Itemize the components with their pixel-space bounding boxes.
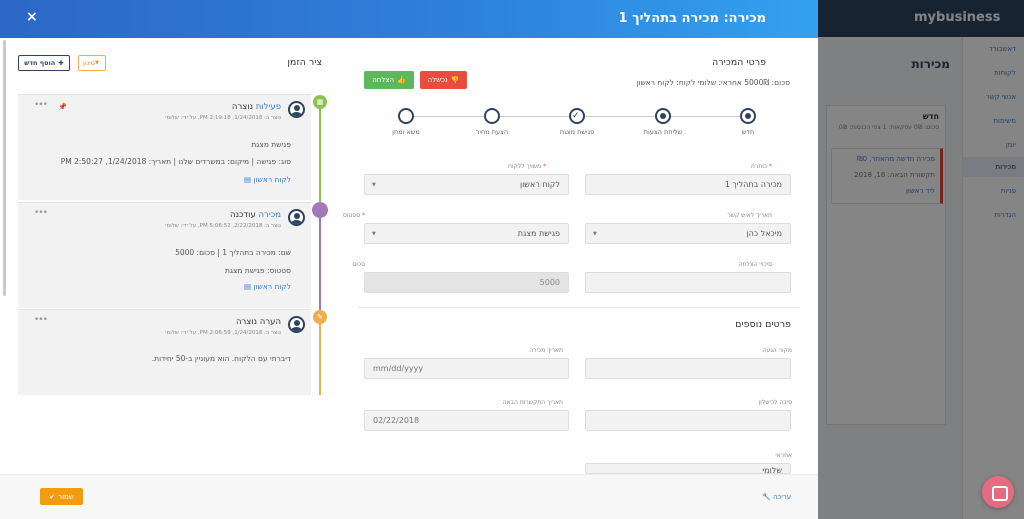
chevron-down-icon: ▼ <box>372 231 376 237</box>
timeline-item-meta: נוצר ב: 1/24/2018, 2:06:59 PM, על ידי: ש… <box>165 330 281 336</box>
contact-select[interactable]: מיכאל כהן ▼ <box>585 223 791 244</box>
avatar <box>288 101 305 118</box>
close-icon[interactable]: × <box>26 9 38 25</box>
timeline-connector <box>319 104 321 208</box>
building-icon: ▤ <box>243 282 252 291</box>
deal-summary: סכום: 5000₪ אחראי: שלומי לקוח: לקוח ראשו… <box>636 78 790 87</box>
status-select[interactable]: פגישת מצגת ▼ <box>364 223 569 244</box>
more-icon[interactable]: ••• <box>34 315 48 325</box>
timeline-title: ציר הזמן <box>287 57 322 68</box>
timeline-item-heading: הערה נוצרה <box>235 317 281 327</box>
timeline-item: מכירה עודכנה נוצר ב: 2/22/2018, 5:06:52 … <box>18 202 311 308</box>
next-contact-label: תאריך התקשרות הבאה <box>502 399 563 406</box>
wrench-icon: 🔧 <box>762 493 771 501</box>
avatar <box>288 316 305 333</box>
timeline-item-meta: נוצר ב: 1/24/2018, 2:19:18 PM, על ידי: ש… <box>165 115 281 121</box>
stage-label: חדש <box>741 128 755 136</box>
probability-input[interactable] <box>585 272 791 293</box>
owner-label: אחראי <box>775 452 792 459</box>
timeline-item-heading: מכירה עודכנה <box>230 210 281 220</box>
deal-dot-icon <box>312 202 328 218</box>
modal-backdrop[interactable] <box>818 0 1024 519</box>
modal-title: מכירה: מכירה בתהליך 1 <box>618 11 766 26</box>
timeline-connector <box>319 317 321 395</box>
stage-presentation[interactable]: ✓ <box>569 108 585 124</box>
stage-label: משא ומתן <box>392 128 420 136</box>
plus-icon: ✚ <box>58 59 64 67</box>
timeline-connector <box>319 209 321 317</box>
extra-details-title: פרטים נוספים <box>735 319 791 330</box>
timeline-item-text: סטטוס: פגישת מצגת <box>224 266 291 275</box>
source-label: מקור הגעה <box>762 347 792 354</box>
timeline-scrollbar[interactable] <box>3 40 6 296</box>
stage-label: שליחת הצעות <box>643 128 683 136</box>
source-input[interactable] <box>585 358 791 379</box>
contact-label: תאריך לאיש קשר <box>727 212 772 219</box>
timeline-item-heading: פעילות נוצרה <box>231 102 281 112</box>
check-icon: ✔ <box>49 492 56 501</box>
chat-icon[interactable] <box>982 476 1014 508</box>
sale-date-label: תאריך מכירה <box>529 347 563 354</box>
stage-quote[interactable] <box>484 108 500 124</box>
chevron-down-icon: ▼ <box>372 182 376 188</box>
stage-negotiation[interactable] <box>398 108 414 124</box>
add-new-label: הוסף חדש <box>24 59 56 67</box>
timeline-item-text: שם: מכירה בתהליך 1 | סכום: 5000 <box>175 248 291 257</box>
client-label: * משויך ללקוח <box>508 163 546 170</box>
edit-link[interactable]: עריכה 🔧 <box>762 493 791 501</box>
filter-button[interactable]: סינון ▼ <box>78 55 106 71</box>
stage-label: הצעת מחיר <box>475 128 509 136</box>
client-select[interactable]: לקוח ראשון ▼ <box>364 174 569 195</box>
check-icon: ✓ <box>572 111 580 121</box>
more-icon[interactable]: ••• <box>34 208 48 218</box>
sale-date-input[interactable]: mm/dd/yyyy <box>364 358 569 379</box>
probability-label: סיכויי הצלחה <box>738 261 772 268</box>
timeline-item-text: דיברתי עם הלקוח. הוא מעוניין ב-50 יחידות… <box>151 354 291 363</box>
next-contact-input[interactable]: 02/22/2018 <box>364 410 569 431</box>
status-label: * סטטוס <box>342 212 365 219</box>
modal-header: מכירה: מכירה בתהליך 1 × <box>0 0 818 38</box>
chevron-down-icon: ▼ <box>94 60 99 66</box>
building-icon: ▤ <box>243 175 252 184</box>
section-divider <box>358 307 800 308</box>
calendar-icon: ▦ <box>313 95 327 109</box>
modal-footer: שמור ✔ עריכה 🔧 <box>0 474 818 519</box>
stage-label: פגישת מצגת <box>559 128 595 136</box>
timeline-item-text: פגישת מצגת <box>251 140 291 149</box>
name-input[interactable]: מכירה בתהליך 1 <box>585 174 791 195</box>
thumbs-up-icon: 👍 <box>397 76 406 84</box>
deal-details-title: פרטי המכירה <box>712 57 766 68</box>
more-icon[interactable]: ••• <box>34 100 48 110</box>
timeline-item: הערה נוצרה נוצר ב: 1/24/2018, 2:06:59 PM… <box>18 309 311 395</box>
timeline-item-type-link[interactable]: מכירה <box>258 210 281 220</box>
timeline-item-type-link[interactable]: פעילות <box>256 102 281 112</box>
filter-label: סינון <box>83 59 95 67</box>
timeline-item-text: סוג: פגישה | מיקום: במשרדים שלנו | תאריך… <box>60 157 291 166</box>
timeline-item-meta: נוצר ב: 2/22/2018, 5:06:52 PM, על ידי: ש… <box>165 223 281 229</box>
won-button[interactable]: הצלחה 👍 <box>364 71 414 89</box>
loss-reason-label: סיבה לכישלון <box>758 399 792 406</box>
name-label: * כותרת <box>750 163 772 170</box>
timeline-item: פעילות נוצרה נוצר ב: 1/24/2018, 2:19:18 … <box>18 94 311 200</box>
pin-icon[interactable]: 📌 <box>58 103 67 111</box>
lost-button[interactable]: נכשלה 👎 <box>420 71 467 89</box>
owner-select[interactable]: שלומי <box>585 463 791 474</box>
amount-label: סכום <box>352 261 365 268</box>
stage-new[interactable] <box>740 108 756 124</box>
chevron-down-icon: ▼ <box>593 231 597 237</box>
stage-proposals-sent[interactable] <box>655 108 671 124</box>
amount-input: 5000 <box>364 272 569 293</box>
client-link[interactable]: לקוח ראשון ▤ <box>244 175 291 184</box>
add-new-button[interactable]: ✚ הוסף חדש <box>18 55 70 71</box>
thumbs-down-icon: 👎 <box>450 76 460 84</box>
avatar <box>288 209 305 226</box>
note-edit-icon: ✎ <box>313 310 327 324</box>
loss-reason-input[interactable] <box>585 410 791 431</box>
save-button[interactable]: שמור ✔ <box>40 488 83 505</box>
deal-modal: מכירה: מכירה בתהליך 1 × ציר הזמן ✚ הוסף … <box>0 0 818 519</box>
client-link[interactable]: לקוח ראשון ▤ <box>244 282 291 291</box>
